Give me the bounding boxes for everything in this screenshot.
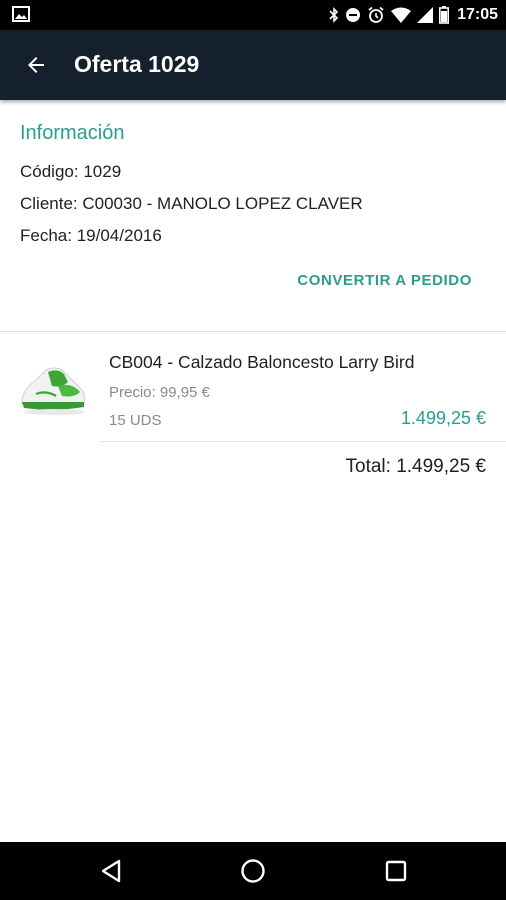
codigo-value: 1029 [83,162,122,181]
fecha-value: 19/04/2016 [76,226,162,245]
back-button[interactable] [12,41,60,89]
bluetooth-icon [329,7,339,23]
page-title: Oferta 1029 [74,51,200,77]
list-item[interactable]: CB004 - Calzado Baloncesto Larry Bird Pr… [0,332,506,442]
fecha-label: Fecha: [20,226,72,245]
nav-home-button[interactable] [233,851,273,891]
order-total: Total: 1.499,25 € [345,456,487,477]
battery-icon [439,6,450,24]
codigo-label: Código: [20,162,79,181]
product-title: CB004 - Calzado Baloncesto Larry Bird [109,352,415,372]
nav-bar [0,842,506,900]
product-quantity: 15 UDS [109,412,162,429]
info-heading: Información [20,122,125,144]
signal-icon [417,7,434,23]
nav-recent-icon [385,860,407,882]
status-icons: 17:05 [329,5,498,25]
app-bar: Oferta 1029 [0,30,506,100]
nav-recent-button[interactable] [376,851,416,891]
status-time: 17:05 [457,6,498,23]
item-divider [100,441,506,442]
alarm-icon [368,6,384,23]
arrow-back-icon [28,57,44,73]
codigo-row: Código: 1029 [20,162,121,182]
nav-back-button[interactable] [91,851,131,891]
line-amount: 1.499,25 € [400,408,486,428]
product-price: Precio: 99,95 € [109,384,210,401]
fecha-row: Fecha: 19/04/2016 [20,226,162,246]
status-bar: 17:05 [0,0,506,30]
cliente-value: C00030 - MANOLO LOPEZ CLAVER [82,194,363,213]
convert-to-order-button[interactable]: CONVERTIR A PEDIDO [297,272,472,289]
cliente-label: Cliente: [20,194,78,213]
image-icon [12,6,30,22]
nav-back-icon [101,859,121,883]
nav-home-icon [241,859,265,883]
product-image [21,367,86,415]
info-section: Información Código: 1029 Cliente: C00030… [0,100,506,332]
cliente-row: Cliente: C00030 - MANOLO LOPEZ CLAVER [20,194,363,214]
wifi-icon [391,7,412,23]
do-not-disturb-icon [346,8,361,22]
